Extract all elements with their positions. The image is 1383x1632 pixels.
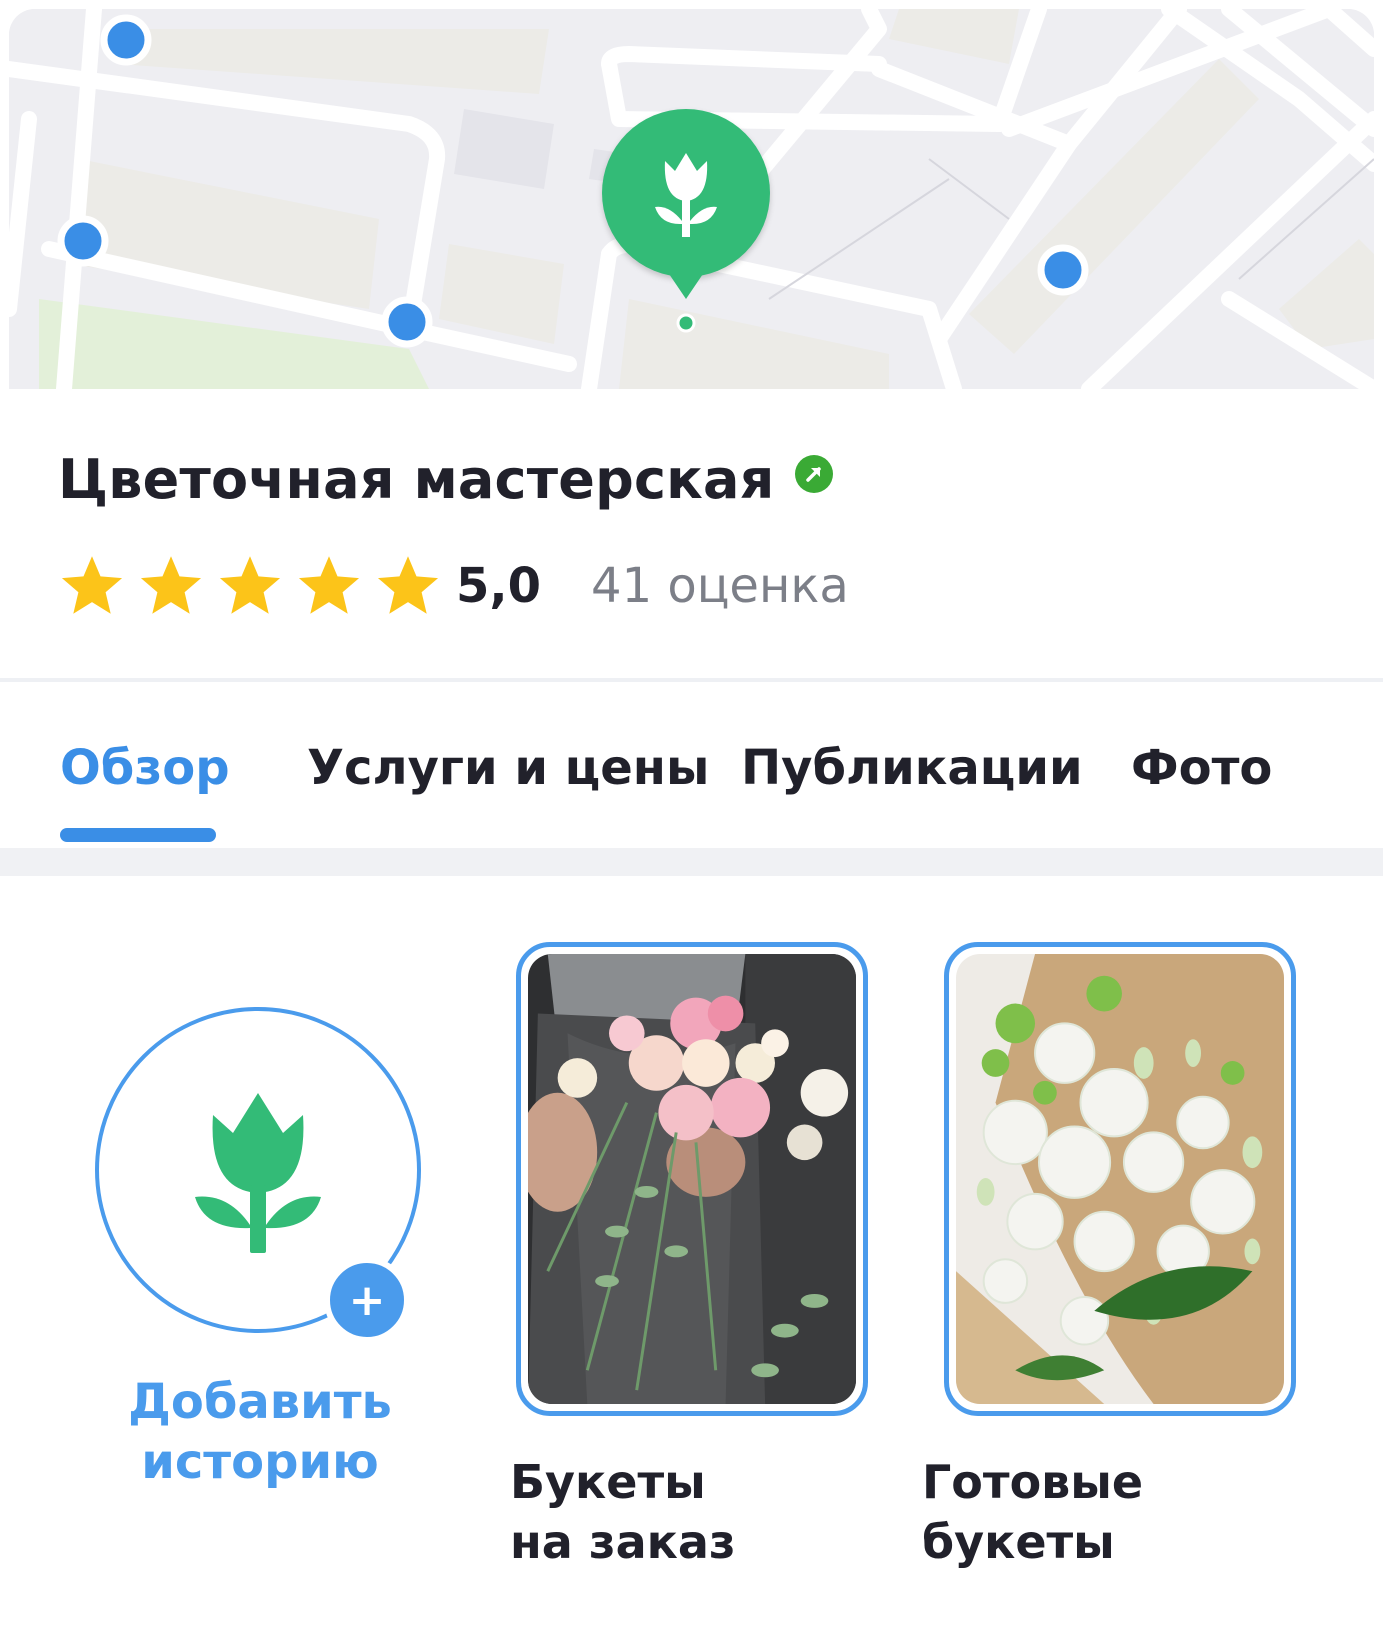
star-icon [61, 556, 123, 614]
rating-count[interactable]: 41 оценка [591, 558, 849, 614]
rating-row[interactable]: 5,0 41 оценка [58, 552, 849, 620]
plus-icon[interactable]: + [324, 1257, 410, 1343]
org-name: Цветочная мастерская [58, 448, 775, 511]
add-story-button[interactable]: + [95, 1007, 421, 1343]
bouquet-photo [528, 954, 856, 1404]
verified-arrow-icon[interactable] [794, 454, 833, 493]
tab-publications[interactable]: Публикации [741, 740, 1083, 796]
tab-overview[interactable]: Обзор [60, 740, 230, 796]
star-icon [298, 556, 360, 614]
star-icon [140, 556, 202, 614]
story-card[interactable] [944, 942, 1296, 1416]
story-card[interactable] [516, 942, 868, 1416]
story-thumbnail [956, 954, 1284, 1404]
tab-services-prices[interactable]: Услуги и цены [307, 740, 709, 796]
story-label[interactable]: Готовые букеты [922, 1452, 1143, 1572]
rating-stars [58, 552, 442, 620]
star-icon [219, 556, 281, 614]
rating-score: 5,0 [456, 558, 542, 614]
story-label[interactable]: Букеты на заказ [510, 1452, 736, 1572]
add-story-label[interactable]: Добавить историю [100, 1372, 420, 1492]
tulip-icon [195, 1093, 321, 1253]
story-thumbnail [528, 954, 856, 1404]
map-preview[interactable] [9, 9, 1374, 389]
map-canvas [9, 9, 1374, 389]
divider [0, 678, 1383, 682]
org-header: Цветочная мастерская [58, 448, 833, 511]
section-divider [0, 848, 1383, 876]
star-icon [377, 556, 439, 614]
tab-photos[interactable]: Фото [1131, 740, 1272, 796]
active-tab-indicator [60, 828, 216, 842]
bouquet-photo [956, 954, 1284, 1404]
